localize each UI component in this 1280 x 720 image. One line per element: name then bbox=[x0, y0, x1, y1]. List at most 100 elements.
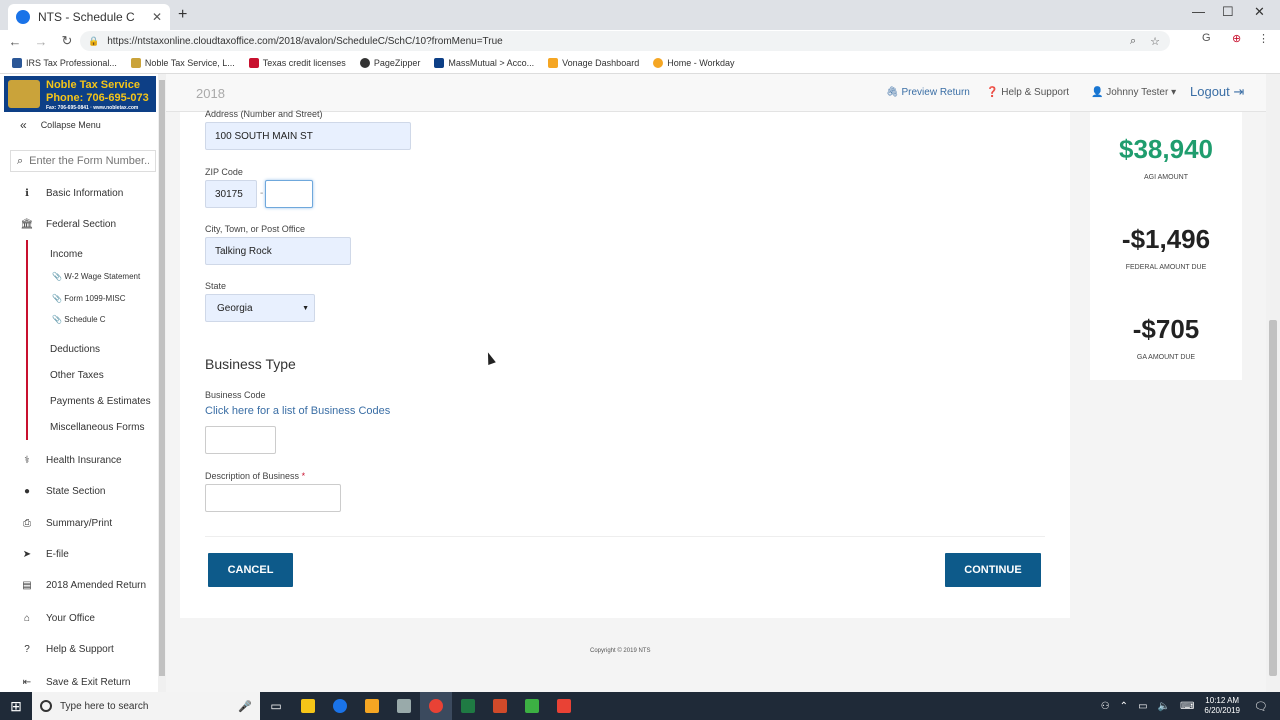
bookmark-noble[interactable]: Noble Tax Service, L... bbox=[130, 57, 235, 68]
agi-label: AGI AMOUNT bbox=[1144, 174, 1188, 181]
tax-summary-panel: $38,940 AGI AMOUNT -$1,496 FEDERAL AMOUN… bbox=[1090, 112, 1242, 380]
back-icon[interactable]: ← bbox=[4, 34, 26, 49]
form-search-input[interactable] bbox=[29, 155, 150, 167]
zip-input[interactable]: 30175 bbox=[205, 180, 257, 208]
excel-icon[interactable] bbox=[452, 692, 484, 720]
form-search[interactable]: ⌕ bbox=[10, 150, 156, 172]
store-icon[interactable] bbox=[356, 692, 388, 720]
forward-icon[interactable]: → bbox=[30, 34, 52, 49]
logout-link[interactable]: Logout ⇥ bbox=[1190, 84, 1244, 100]
camtasia-recorder-icon[interactable] bbox=[548, 692, 580, 720]
chrome-icon[interactable] bbox=[420, 692, 452, 720]
sidebar-item-help-support[interactable]: ? Help & Support bbox=[20, 644, 114, 655]
collapse-menu-button[interactable]: « Collapse Menu bbox=[20, 118, 101, 132]
network-icon[interactable]: ▭ bbox=[1138, 701, 1147, 712]
sidebar-item-deductions[interactable]: Deductions bbox=[50, 344, 100, 355]
extension-g-icon[interactable]: G bbox=[1202, 32, 1211, 44]
sidebar-item-amended-return[interactable]: ▤ 2018 Amended Return bbox=[20, 580, 146, 591]
browser-tab[interactable]: NTS - Schedule C ✕ bbox=[8, 4, 170, 30]
bookmark-texas[interactable]: Texas credit licenses bbox=[248, 57, 346, 68]
keyboard-icon[interactable]: ⌨ bbox=[1180, 701, 1194, 712]
edge-icon[interactable] bbox=[324, 692, 356, 720]
description-input[interactable] bbox=[205, 484, 341, 512]
system-tray: ⚇ ⌃ ▭ 🔈 ⌨ 10:12 AM 6/20/2019 bbox=[1101, 692, 1240, 720]
sidebar-item-save-exit[interactable]: ⇤ Save & Exit Return bbox=[20, 677, 131, 688]
camtasia-icon[interactable] bbox=[516, 692, 548, 720]
state-select[interactable]: Georgia ▼ bbox=[205, 294, 315, 322]
volume-icon[interactable]: 🔈 bbox=[1158, 701, 1170, 712]
sidebar-item-state-section[interactable]: ● State Section bbox=[20, 486, 106, 497]
reload-icon[interactable]: ↻ bbox=[56, 33, 78, 49]
sidebar-item-summary-print[interactable]: ⎙ Summary/Print bbox=[20, 518, 112, 529]
bookmark-irs[interactable]: IRS Tax Professional... bbox=[12, 57, 117, 68]
people-icon[interactable]: ⚇ bbox=[1101, 701, 1110, 712]
file-explorer-icon[interactable] bbox=[292, 692, 324, 720]
new-tab-icon[interactable]: + bbox=[178, 6, 187, 24]
schedule-c-form: Address (Number and Street) 100 SOUTH MA… bbox=[180, 109, 1070, 618]
sidebar-item-schedule-c[interactable]: 📎 Schedule C bbox=[52, 315, 106, 324]
bookmark-workday[interactable]: Home - Workday bbox=[653, 57, 735, 68]
window-close-icon[interactable]: ✕ bbox=[1254, 4, 1265, 20]
bookmark-vonage[interactable]: Vonage Dashboard bbox=[548, 57, 639, 68]
printer-icon: ⎙ bbox=[23, 518, 31, 529]
windows-start-icon[interactable]: ⊞ bbox=[0, 698, 32, 715]
bookmark-star-icon[interactable]: ☆ bbox=[1150, 35, 1160, 48]
sidebar-item-misc-forms[interactable]: Miscellaneous Forms bbox=[50, 422, 144, 433]
stethoscope-icon: ⚕ bbox=[24, 455, 30, 466]
crown-logo-icon bbox=[8, 80, 40, 108]
continue-button[interactable]: CONTINUE bbox=[945, 553, 1041, 587]
sidebar-item-income[interactable]: Income bbox=[50, 249, 83, 260]
bookmark-massmutual[interactable]: MassMutual > Acco... bbox=[434, 57, 534, 68]
user-icon: 👤 bbox=[1091, 87, 1104, 98]
maximize-icon[interactable]: ☐ bbox=[1222, 4, 1234, 20]
help-support-link[interactable]: ❓ Help & Support bbox=[986, 87, 1069, 98]
send-icon: ➤ bbox=[22, 549, 32, 560]
user-menu[interactable]: 👤 Johnny Tester ▾ bbox=[1091, 87, 1176, 98]
extension-icon[interactable]: ⊕ bbox=[1232, 32, 1241, 45]
sidebar-item-payments-estimates[interactable]: Payments & Estimates bbox=[50, 396, 151, 407]
sidebar-item-1099-misc[interactable]: 📎 Form 1099-MISC bbox=[52, 294, 126, 303]
url-text: https://ntstaxonline.cloudtaxoffice.com/… bbox=[107, 35, 503, 47]
app-body: 2018 🖇 Preview Return ❓ Help & Support 👤… bbox=[0, 74, 1280, 692]
app-icon[interactable] bbox=[388, 692, 420, 720]
url-field[interactable]: 🔒 https://ntstaxonline.cloudtaxoffice.co… bbox=[80, 31, 1170, 51]
sidebar-item-health-insurance[interactable]: ⚕ Health Insurance bbox=[20, 455, 121, 466]
task-view-icon[interactable]: ▭ bbox=[260, 692, 292, 720]
city-input[interactable]: Talking Rock bbox=[205, 237, 351, 265]
sidebar-item-w2[interactable]: 📎 W-2 Wage Statement bbox=[52, 272, 140, 281]
sidebar-item-your-office[interactable]: ⌂ Your Office bbox=[20, 613, 95, 624]
cancel-button[interactable]: CANCEL bbox=[208, 553, 293, 587]
business-code-input[interactable] bbox=[205, 426, 276, 454]
lock-icon: 🔒 bbox=[88, 35, 100, 46]
document-icon: ▤ bbox=[22, 580, 32, 591]
minimize-icon[interactable]: — bbox=[1192, 4, 1205, 19]
app-red-icon[interactable] bbox=[484, 692, 516, 720]
federal-submenu-rail bbox=[26, 240, 28, 440]
city-label: City, Town, or Post Office bbox=[205, 224, 306, 234]
address-input[interactable]: 100 SOUTH MAIN ST bbox=[205, 122, 411, 150]
address-bar-row: ← → ↻ 🔒 https://ntstaxonline.cloudtaxoff… bbox=[0, 30, 1280, 52]
preview-return-link[interactable]: 🖇 Preview Return bbox=[886, 87, 970, 98]
sidebar: Noble Tax Service Phone: 706-695-073 Fax… bbox=[0, 74, 166, 692]
bookmark-pagezipper[interactable]: PageZipper bbox=[359, 57, 420, 68]
business-codes-link[interactable]: Click here for a list of Business Codes bbox=[205, 405, 390, 417]
notifications-icon[interactable]: 🗨 bbox=[1254, 700, 1268, 713]
top-header: 2018 🖇 Preview Return ❓ Help & Support 👤… bbox=[166, 74, 1266, 112]
microphone-icon[interactable]: 🎤 bbox=[238, 700, 252, 713]
sidebar-item-federal-section[interactable]: 🏛 Federal Section bbox=[20, 219, 116, 230]
sidebar-item-basic-information[interactable]: ℹ Basic Information bbox=[20, 188, 123, 199]
sidebar-item-efile[interactable]: ➤ E-file bbox=[20, 549, 69, 560]
zoom-icon[interactable]: ⌕ bbox=[1130, 35, 1136, 48]
logout-icon: ⇥ bbox=[1233, 84, 1245, 99]
sidebar-item-other-taxes[interactable]: Other Taxes bbox=[50, 370, 104, 381]
zip-extension-input[interactable] bbox=[265, 180, 313, 208]
sidebar-scrollbar[interactable] bbox=[158, 74, 166, 692]
paperclip-icon: 🖇 bbox=[886, 87, 899, 98]
taskbar-search[interactable]: Type here to search 🎤 bbox=[32, 692, 260, 720]
page-scrollbar[interactable] bbox=[1266, 74, 1280, 692]
taskbar-clock[interactable]: 10:12 AM 6/20/2019 bbox=[1204, 696, 1240, 716]
agi-amount: $38,940 bbox=[1119, 134, 1213, 164]
browser-menu-icon[interactable]: ⋮ bbox=[1258, 32, 1269, 45]
tray-up-icon[interactable]: ⌃ bbox=[1120, 701, 1128, 712]
close-tab-icon[interactable]: ✕ bbox=[152, 10, 162, 24]
